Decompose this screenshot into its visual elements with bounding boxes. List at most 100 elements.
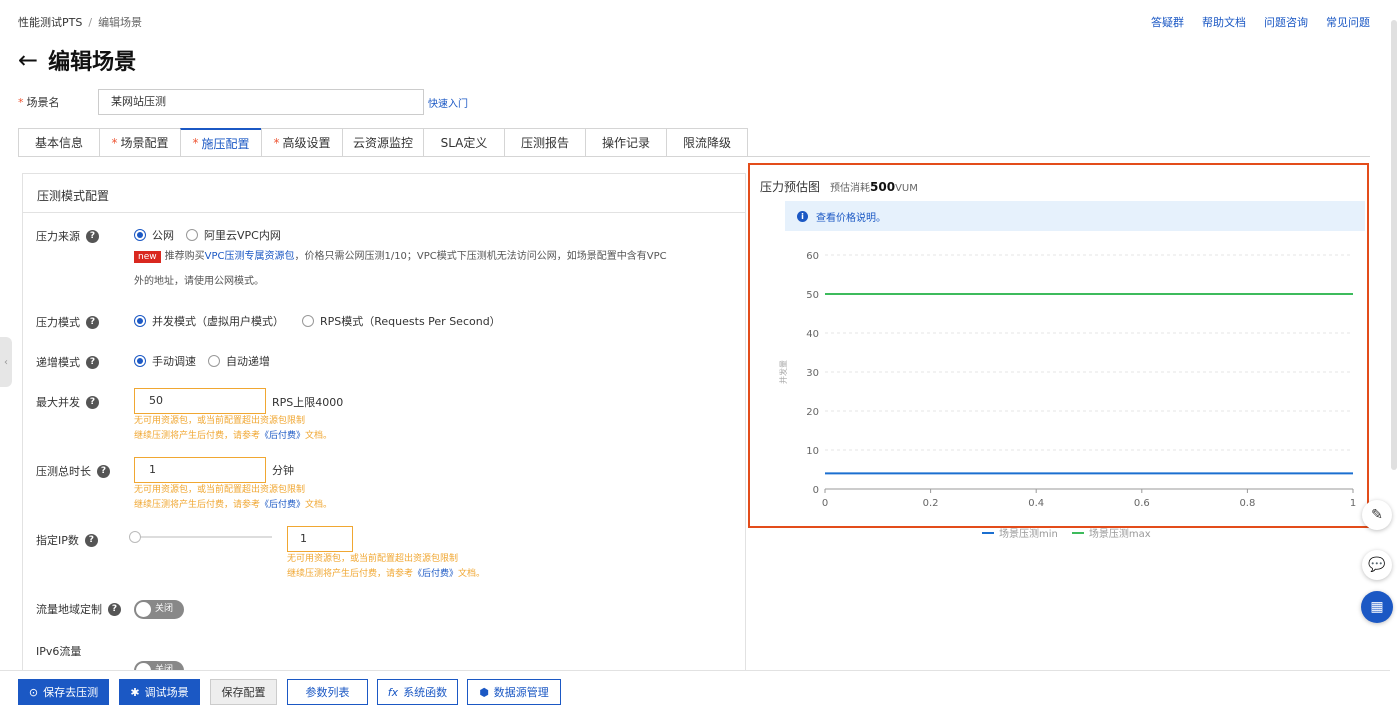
help-doc-link[interactable]: 帮助文档 bbox=[1202, 14, 1246, 30]
max-concurrency-unit: RPS上限4000 bbox=[272, 396, 344, 409]
legend-label: 场景压测max bbox=[1088, 529, 1151, 540]
apps-icon[interactable]: ▦ bbox=[1361, 591, 1393, 623]
ipv6-label: IPv6流量 bbox=[36, 645, 82, 658]
page-title: 编辑场景 bbox=[48, 50, 137, 75]
y-tick-label: 60 bbox=[806, 251, 819, 262]
ip-count-label: 指定IP数? bbox=[36, 532, 98, 548]
breadcrumb-root[interactable]: 性能测试PTS bbox=[18, 16, 82, 29]
help-icon[interactable]: ? bbox=[86, 229, 99, 243]
tab-label: 场景配置 bbox=[120, 136, 169, 150]
radio-concurrency-mode[interactable]: 并发模式（虚拟用户模式） bbox=[134, 313, 284, 329]
radio-auto-ramp[interactable]: 自动递增 bbox=[208, 353, 270, 369]
x-tick-label: 0.6 bbox=[1134, 498, 1150, 509]
y-tick-label: 0 bbox=[813, 485, 819, 496]
system-functions-button[interactable]: fx 系统函数 bbox=[377, 679, 458, 705]
radio-rps-mode[interactable]: RPS模式（Requests Per Second） bbox=[302, 313, 501, 329]
new-badge: new bbox=[134, 251, 161, 263]
tab-2[interactable]: * 施压配置 bbox=[180, 128, 262, 157]
save-and-test-button[interactable]: ⊙ 保存去压测 bbox=[18, 679, 109, 705]
config-tabs: 基本信息 * 场景配置 * 施压配置 * 高级设置 云资源监控 SLA定义 压测报告 操作记录 限流降… bbox=[18, 128, 748, 157]
faq-link[interactable]: 常见问题 bbox=[1326, 14, 1370, 30]
legend-swatch bbox=[1071, 531, 1084, 534]
tab-5[interactable]: SLA定义 bbox=[423, 128, 505, 157]
back-arrow-icon[interactable]: ← bbox=[18, 45, 38, 75]
slider-handle[interactable] bbox=[129, 531, 141, 543]
postpaid-link[interactable]: 《后付费》 bbox=[413, 569, 458, 579]
bug-icon: ✱ bbox=[130, 685, 140, 699]
scene-name-input[interactable]: 某网站压测 bbox=[98, 89, 424, 115]
tab-3[interactable]: * 高级设置 bbox=[261, 128, 343, 157]
x-tick-label: 1 bbox=[1350, 498, 1356, 509]
radio-public-network[interactable]: 公网 bbox=[134, 227, 174, 243]
x-tick-label: 0 bbox=[822, 498, 828, 509]
cube-icon: ⬢ bbox=[479, 685, 489, 699]
radio-manual-speed[interactable]: 手动调速 bbox=[134, 353, 196, 369]
y-tick-label: 10 bbox=[806, 446, 819, 457]
edit-icon[interactable]: ✎ bbox=[1362, 500, 1392, 530]
legend-label: 场景压测min bbox=[999, 529, 1058, 540]
postpaid-link[interactable]: 《后付费》 bbox=[260, 431, 305, 441]
y-axis-label: 并发量 bbox=[778, 360, 788, 384]
help-icon[interactable]: ? bbox=[86, 315, 99, 329]
duration-input[interactable]: 1 bbox=[134, 457, 266, 483]
help-icon[interactable]: ? bbox=[84, 533, 98, 547]
qa-group-link[interactable]: 答疑群 bbox=[1151, 14, 1184, 30]
page-header: ← 编辑场景 bbox=[18, 44, 136, 76]
help-icon[interactable]: ? bbox=[97, 464, 110, 478]
y-tick-label: 40 bbox=[806, 329, 819, 340]
radio-unchecked-icon bbox=[208, 355, 220, 367]
tab-divider bbox=[18, 156, 1370, 157]
warning-text: 无可用资源包，或当前配置超出资源包限制 继续压测将产生后付费，请参考《后付费》文… bbox=[134, 416, 333, 441]
tab-4[interactable]: 云资源监控 bbox=[342, 128, 424, 157]
action-footer bbox=[0, 670, 1390, 728]
help-icon[interactable]: ? bbox=[108, 602, 121, 616]
tab-6[interactable]: 压测报告 bbox=[504, 128, 586, 157]
postpaid-link[interactable]: 《后付费》 bbox=[260, 500, 305, 510]
tab-7[interactable]: 操作记录 bbox=[585, 128, 667, 157]
param-list-button[interactable]: 参数列表 bbox=[287, 679, 368, 705]
scene-name-row: * 场景名 某网站压测 快速入门 bbox=[18, 89, 468, 115]
tab-8[interactable]: 限流降级 bbox=[666, 128, 748, 157]
breadcrumb-current: 编辑场景 bbox=[98, 16, 143, 29]
tab-1[interactable]: * 场景配置 bbox=[99, 128, 181, 157]
ip-count-slider[interactable] bbox=[134, 536, 272, 538]
breadcrumb-separator: / bbox=[88, 16, 93, 29]
debug-scene-button[interactable]: ✱ 调试场景 bbox=[119, 679, 200, 705]
help-icon[interactable]: ? bbox=[86, 355, 99, 369]
price-info-bar: i 查看价格说明。 bbox=[785, 201, 1365, 231]
data-source-button[interactable]: ⬢ 数据源管理 bbox=[467, 679, 561, 705]
radio-vpc-network[interactable]: 阿里云VPC内网 bbox=[186, 227, 281, 243]
vpc-package-link[interactable]: VPC压测专属资源包 bbox=[205, 251, 295, 262]
ip-count-input[interactable]: 1 bbox=[287, 526, 353, 552]
collapse-handle[interactable]: ‹ bbox=[0, 337, 12, 387]
tab-label: 操作记录 bbox=[601, 136, 650, 150]
warning-text: 无可用资源包，或当前配置超出资源包限制 继续压测将产生后付费，请参考《后付费》文… bbox=[134, 485, 333, 510]
pressure-source-options: 公网 阿里云VPC内网 bbox=[134, 227, 293, 243]
section-title: 压测模式配置 bbox=[23, 174, 745, 213]
quick-start-link[interactable]: 快速入门 bbox=[428, 95, 468, 110]
tab-label: 施压配置 bbox=[201, 136, 250, 151]
duration-unit: 分钟 bbox=[272, 464, 294, 477]
page-scrollbar[interactable] bbox=[1391, 20, 1397, 470]
tab-0[interactable]: 基本信息 bbox=[18, 128, 100, 157]
region-custom-label: 流量地域定制? bbox=[36, 601, 121, 617]
y-tick-label: 50 bbox=[806, 290, 819, 301]
cost-estimate: 预估消耗500VUM bbox=[830, 180, 918, 194]
radio-checked-icon bbox=[134, 229, 146, 241]
save-config-button[interactable]: 保存配置 bbox=[210, 679, 277, 705]
legend-item[interactable]: 场景压测min bbox=[982, 525, 1058, 540]
max-concurrency-input[interactable]: 50 bbox=[134, 388, 266, 414]
legend-item[interactable]: 场景压测max bbox=[1071, 525, 1151, 540]
consult-link[interactable]: 问题咨询 bbox=[1264, 14, 1308, 30]
region-custom-toggle[interactable]: 关闭 bbox=[134, 600, 184, 619]
price-info-link[interactable]: 查看价格说明。 bbox=[816, 209, 886, 224]
pressure-mode-options: 并发模式（虚拟用户模式） RPS模式（Requests Per Second） bbox=[134, 313, 513, 329]
chart-header: 压力预估图 预估消耗500VUM bbox=[760, 178, 918, 195]
info-icon: i bbox=[797, 210, 808, 222]
y-tick-label: 20 bbox=[806, 407, 819, 418]
radio-unchecked-icon bbox=[186, 229, 198, 241]
radio-checked-icon bbox=[134, 315, 146, 327]
feedback-icon[interactable]: 💬 bbox=[1362, 550, 1392, 580]
help-icon[interactable]: ? bbox=[86, 395, 99, 409]
pressure-source-label: 压力来源? bbox=[36, 228, 99, 244]
